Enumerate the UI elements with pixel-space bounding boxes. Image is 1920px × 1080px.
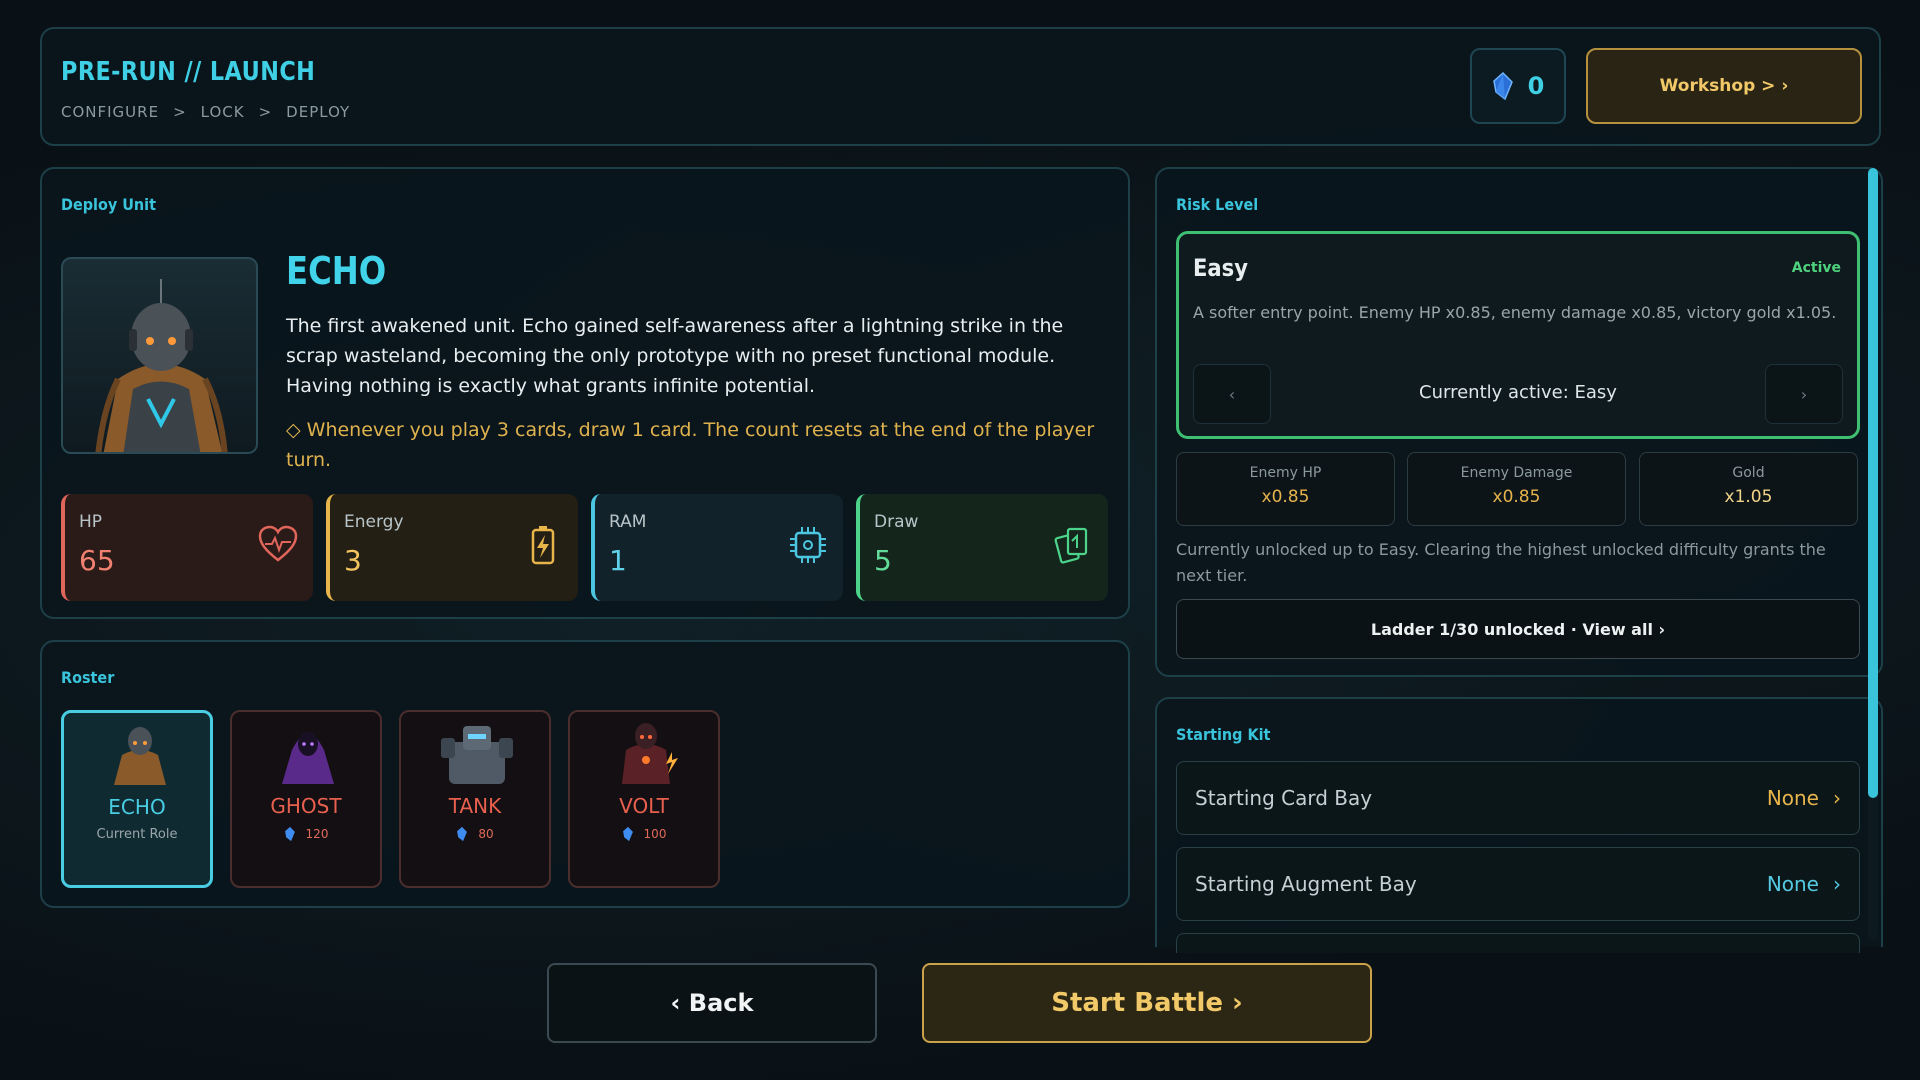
scrollbar-thumb[interactable] — [1868, 168, 1878, 798]
multiplier-label: Enemy Damage — [1460, 465, 1573, 481]
start-battle-button[interactable]: Start Battle › — [922, 963, 1372, 1043]
hero-name: VOLT — [619, 794, 669, 818]
crystal-icon — [622, 826, 633, 842]
multiplier-value: x0.85 — [1261, 487, 1310, 507]
ghost-avatar — [282, 732, 334, 784]
chevron-right-icon: › — [1833, 786, 1841, 810]
roster-label: Roster — [61, 668, 115, 687]
deploy-unit-panel: Deploy Unit ECHO The first awakened unit… — [40, 167, 1130, 619]
kit-row-value-text: None — [1766, 786, 1819, 810]
stat-energy: Energy 3 — [326, 494, 578, 601]
breadcrumb-configure[interactable]: CONFIGURE — [61, 103, 159, 121]
stat-energy-value: 3 — [344, 544, 362, 577]
starting-kit-label: Starting Kit — [1176, 725, 1271, 744]
volt-avatar — [622, 723, 678, 784]
starting-augment-bay-row[interactable]: Starting Augment Bay None › — [1176, 847, 1860, 921]
stat-draw-value: 5 — [874, 544, 892, 577]
kit-row-label: Starting Augment Bay — [1195, 872, 1417, 896]
chevron-right-icon: › — [1833, 872, 1841, 896]
echo-robot-portrait — [95, 279, 228, 452]
echo-avatar — [114, 727, 166, 785]
stat-draw-label: Draw — [874, 512, 919, 532]
hero-name: TANK — [448, 794, 502, 818]
heart-pulse-icon — [258, 525, 298, 562]
tank-avatar — [441, 726, 513, 784]
hero-cost: 80 — [401, 826, 549, 842]
hero-cost-value: 120 — [305, 827, 329, 841]
breadcrumb: CONFIGURE > LOCK > DEPLOY — [61, 103, 350, 121]
multiplier-label: Enemy HP — [1249, 465, 1322, 481]
hero-name: GHOST — [270, 794, 342, 818]
right-scrollbar[interactable] — [1868, 168, 1878, 940]
stat-ram: RAM 1 — [591, 494, 843, 601]
hero-status: Current Role — [64, 827, 210, 842]
stat-hp-value: 65 — [79, 544, 115, 577]
gem-count: 0 — [1527, 72, 1545, 100]
unit-description: The first awakened unit. Echo gained sel… — [286, 315, 1064, 397]
multiplier-value: x0.85 — [1492, 487, 1541, 507]
risk-prev-button[interactable]: ‹ — [1193, 364, 1271, 424]
crystal-icon — [1492, 72, 1513, 100]
kit-row-partial[interactable] — [1176, 933, 1860, 953]
hero-card-ghost[interactable]: GHOST 120 — [230, 710, 382, 888]
hero-card-tank[interactable]: TANK 80 — [399, 710, 551, 888]
risk-current-label: Currently active: Easy — [1419, 382, 1617, 403]
starting-card-bay-row[interactable]: Starting Card Bay None › — [1176, 761, 1860, 835]
stat-draw: Draw 5 — [856, 494, 1108, 601]
ladder-view-all-button[interactable]: Ladder 1/30 unlocked · View all › — [1176, 599, 1860, 659]
starting-kit-panel: Starting Kit Starting Card Bay None › St… — [1155, 697, 1883, 953]
multiplier-value: x1.05 — [1724, 487, 1773, 507]
battery-bolt-icon — [531, 526, 555, 565]
deploy-unit-label: Deploy Unit — [61, 195, 156, 214]
kit-row-value: None › — [1767, 786, 1841, 810]
risk-level-label: Risk Level — [1176, 195, 1259, 214]
hero-card-volt[interactable]: VOLT 100 — [568, 710, 720, 888]
hero-cost: 100 — [570, 826, 718, 842]
risk-name: Easy — [1193, 254, 1249, 282]
unit-name: ECHO — [286, 249, 387, 293]
roster-panel: Roster ECHO Current Role GHOST 120 TANK … — [40, 640, 1130, 908]
hero-name: ECHO — [108, 795, 166, 819]
breadcrumb-separator: > — [173, 103, 187, 121]
unit-passive-ability: ◇ Whenever you play 3 cards, draw 1 card… — [286, 419, 1095, 471]
kit-row-label: Starting Card Bay — [1195, 786, 1373, 810]
risk-selector-card: Easy Active A softer entry point. Enemy … — [1176, 231, 1860, 439]
hero-card-echo[interactable]: ECHO Current Role — [61, 710, 213, 888]
back-button[interactable]: ‹ Back — [547, 963, 877, 1043]
risk-next-button[interactable]: › — [1765, 364, 1843, 424]
kit-row-value: None › — [1767, 872, 1841, 896]
stat-hp-label: HP — [79, 512, 103, 532]
kit-row-value-text: None — [1766, 872, 1819, 896]
breadcrumb-deploy[interactable]: DEPLOY — [286, 103, 350, 121]
gem-currency: 0 — [1470, 48, 1566, 124]
breadcrumb-separator: > — [258, 103, 273, 121]
multiplier-enemy-damage: Enemy Damage x0.85 — [1407, 452, 1626, 526]
stat-ram-label: RAM — [609, 512, 647, 532]
chip-icon — [790, 527, 826, 563]
risk-status-badge: Active — [1791, 260, 1841, 276]
stat-energy-label: Energy — [344, 512, 404, 532]
stat-ram-value: 1 — [609, 544, 627, 577]
cards-icon — [1054, 527, 1088, 564]
multiplier-enemy-hp: Enemy HP x0.85 — [1176, 452, 1395, 526]
header-panel: PRE-RUN // LAUNCH CONFIGURE > LOCK > DEP… — [40, 27, 1881, 146]
multiplier-label: Gold — [1732, 465, 1765, 481]
risk-level-panel: Risk Level Easy Active A softer entry po… — [1155, 167, 1883, 677]
risk-unlock-note: Currently unlocked up to Easy. Clearing … — [1176, 540, 1826, 585]
crystal-icon — [284, 826, 295, 842]
risk-description: A softer entry point. Enemy HP x0.85, en… — [1193, 303, 1837, 322]
unit-portrait — [61, 257, 258, 454]
page-title: PRE-RUN // LAUNCH — [61, 57, 316, 87]
crystal-icon — [457, 826, 468, 842]
hero-cost: 120 — [232, 826, 380, 842]
workshop-button[interactable]: Workshop > › — [1586, 48, 1862, 124]
current-role-label: Current Role — [96, 827, 178, 842]
multiplier-gold: Gold x1.05 — [1639, 452, 1858, 526]
hero-cost-value: 100 — [643, 827, 667, 841]
stat-hp: HP 65 — [61, 494, 313, 601]
hero-cost-value: 80 — [478, 827, 494, 841]
breadcrumb-lock[interactable]: LOCK — [201, 103, 245, 121]
